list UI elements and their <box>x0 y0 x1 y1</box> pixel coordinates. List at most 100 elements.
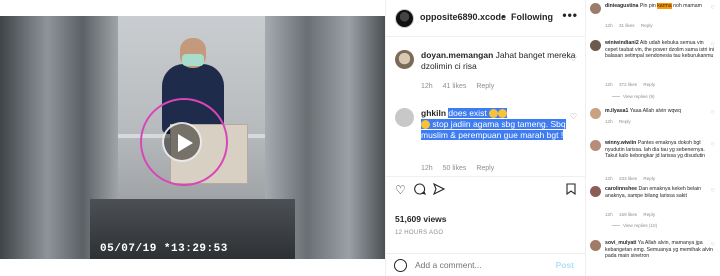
reply-button[interactable]: Reply <box>643 176 655 181</box>
comment-text: Yaaa Allah alvin wqwq <box>629 108 681 114</box>
post-button[interactable]: Post <box>556 260 574 270</box>
avatar[interactable] <box>590 186 601 197</box>
comment-username[interactable]: doyan.memangan <box>421 50 493 60</box>
heart-icon[interactable]: ♡ <box>711 188 715 194</box>
post-time: 12 HOURS AGO <box>395 230 444 236</box>
following-button[interactable]: Following <box>511 12 553 22</box>
comment-item: winiwindiani2 Aib udah kebuka semua vin … <box>590 40 718 102</box>
reply-button[interactable]: Reply <box>643 82 655 87</box>
avatar[interactable] <box>395 108 414 127</box>
heart-icon[interactable]: ♡ <box>711 242 715 248</box>
avatar[interactable] <box>590 240 601 251</box>
comment-body: doyan.memangan Jahat banget mereka dzoli… <box>421 50 577 72</box>
comment-time: 12h <box>605 23 613 28</box>
comment-text: noh mamam <box>671 3 702 9</box>
reply-button[interactable]: Reply <box>641 23 653 28</box>
comment-likes[interactable]: 41 likes <box>443 83 467 90</box>
comment-text: Pin pin <box>639 3 658 9</box>
comment-username[interactable]: sovi_mulyati <box>605 240 636 246</box>
view-count[interactable]: 51,609 views <box>395 214 447 224</box>
comment-body: winiwindiani2 Aib udah kebuka semua vin … <box>605 40 715 60</box>
comment-username[interactable]: winiwindiani2 <box>605 40 639 46</box>
comment-time: 12h <box>605 82 613 87</box>
highlighted-word: karma <box>657 3 672 9</box>
face-mask <box>182 54 204 66</box>
comment-likes[interactable]: 50 likes <box>443 165 467 172</box>
reply-button[interactable]: Reply <box>476 83 494 90</box>
comment-username[interactable]: winny.wiwiin <box>605 140 636 146</box>
video-panel: 05/07/19 *13:29:53 <box>0 0 385 276</box>
comment-meta: 12h 31 likes Reply <box>605 23 658 28</box>
comment-username[interactable]: m.ilyasa1 <box>605 108 628 114</box>
comment-body: carolinnshee Dan emaknya kekeh belain an… <box>605 186 715 199</box>
avatar[interactable] <box>590 108 601 119</box>
mobile-comments-panel: dinieagustina Pin pin karma noh mamam 12… <box>585 0 720 276</box>
more-icon[interactable]: ••• <box>562 8 578 22</box>
comment-text-part: stop jadiin agama sbg tameng. Sbq muslim… <box>421 119 566 140</box>
play-button[interactable] <box>162 122 202 162</box>
comment-time: 12h <box>421 83 433 90</box>
comment-meta: 12h 41 likes Reply <box>421 83 502 90</box>
play-icon <box>178 134 193 152</box>
reply-button[interactable]: Reply <box>619 119 631 124</box>
comment-username[interactable]: ghkiln <box>421 108 446 118</box>
reply-button[interactable]: Reply <box>476 165 494 172</box>
avatar[interactable] <box>590 140 601 151</box>
comment-likes[interactable]: 159 likes <box>619 212 637 217</box>
separator-dot: • <box>502 12 506 22</box>
avatar[interactable] <box>395 9 414 28</box>
video-timestamp: 05/07/19 *13:29:53 <box>100 243 228 255</box>
share-icon[interactable] <box>432 182 446 198</box>
heart-icon[interactable]: ♡ <box>570 54 577 63</box>
comment-text: does exist <box>448 108 508 119</box>
avatar[interactable] <box>590 3 601 14</box>
comment-body: ghkiln does exist stop jadiin agama sbg … <box>421 108 577 141</box>
heart-icon[interactable]: ♡ <box>711 5 715 11</box>
comment-meta: 12h 159 likes Reply <box>605 212 660 217</box>
heart-icon[interactable]: ♡ <box>570 112 577 121</box>
comment-likes[interactable]: 372 likes <box>619 82 637 87</box>
add-comment-input[interactable] <box>415 258 555 272</box>
comment-text-part: does exist <box>448 108 487 118</box>
heart-icon[interactable]: ♡ <box>711 42 715 48</box>
video-player[interactable]: 05/07/19 *13:29:53 <box>0 16 385 259</box>
comment-time: 12h <box>421 165 433 172</box>
comment-item: dinieagustina Pin pin karma noh mamam 12… <box>590 3 718 31</box>
smile-icon[interactable] <box>394 259 407 272</box>
comment-body: sovi_mulyati Ya Allah alvin, mamanya jga… <box>605 240 715 260</box>
comment-meta: 12h 50 likes Reply <box>421 165 502 172</box>
comment-likes[interactable]: 233 likes <box>619 176 637 181</box>
comment-body: winny.wiwiin Pantes emaknya dokoh bgt ny… <box>605 140 715 160</box>
add-comment-bar: Post <box>386 253 586 276</box>
comment-meta: 12h 233 likes Reply <box>605 176 660 181</box>
comment-likes[interactable]: 31 likes <box>619 23 635 28</box>
comment-item: winny.wiwiin Pantes emaknya dokoh bgt ny… <box>590 140 718 182</box>
bookmark-icon[interactable] <box>566 183 576 198</box>
action-bar: ♡ <box>386 176 586 198</box>
comment-username[interactable]: carolinnshee <box>605 186 637 192</box>
comment-item: doyan.memangan Jahat banget mereka dzoli… <box>395 50 581 98</box>
reply-button[interactable]: Reply <box>643 212 655 217</box>
heart-icon[interactable]: ♡ <box>711 142 715 148</box>
clap-emoji-icon <box>489 109 499 119</box>
comment-username[interactable]: dinieagustina <box>605 3 638 9</box>
comment-item: m.ilyasa1 Yaaa Allah alvin wqwq 12h Repl… <box>590 108 718 130</box>
heart-icon[interactable]: ♡ <box>395 183 406 197</box>
comment-time: 12h <box>605 119 613 124</box>
heart-icon[interactable]: ♡ <box>711 110 715 116</box>
comment-icon[interactable] <box>414 183 426 198</box>
avatar[interactable] <box>590 40 601 51</box>
comment-meta: 12h 372 likes Reply <box>605 82 660 87</box>
comment-meta: 12h Reply <box>605 119 636 124</box>
clap-emoji-icon <box>498 109 508 119</box>
comments-panel: opposite6890.xcode • Following ••• doyan… <box>385 0 586 276</box>
comment-item: carolinnshee Dan emaknya kekeh belain an… <box>590 186 718 234</box>
comment-text: stop jadiin agama sbg tameng. Sbq muslim… <box>421 119 566 140</box>
comment-time: 12h <box>605 212 613 217</box>
post-username[interactable]: opposite6890.xcode <box>420 12 506 22</box>
comment-item: sovi_mulyati Ya Allah alvin, mamanya jga… <box>590 240 718 274</box>
avatar[interactable] <box>395 50 414 69</box>
view-replies-button[interactable]: View replies (9) <box>612 94 655 99</box>
view-replies-button[interactable]: View replies (10) <box>612 223 657 228</box>
comment-body: dinieagustina Pin pin karma noh mamam <box>605 3 715 10</box>
